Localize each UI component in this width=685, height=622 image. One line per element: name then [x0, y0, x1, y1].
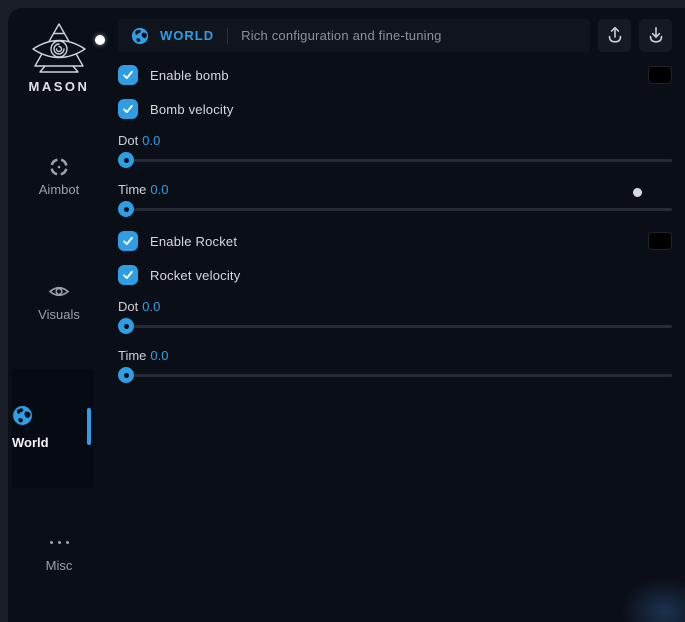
checkbox-label: Enable Rocket	[150, 234, 237, 249]
bomb-color-swatch[interactable]	[648, 66, 672, 84]
slider-track[interactable]	[118, 367, 672, 383]
download-config-button[interactable]	[639, 19, 672, 52]
corner-glow	[620, 577, 685, 622]
slider-handle[interactable]	[118, 201, 134, 217]
track-line	[120, 159, 672, 162]
cursor-dot	[95, 35, 105, 45]
slider-value: 0.0	[150, 348, 168, 363]
slider-value: 0.0	[142, 299, 160, 314]
track-line	[120, 208, 672, 211]
page-subtitle: Rich configuration and fine-tuning	[241, 28, 441, 43]
sidebar-item-visuals[interactable]: Visuals	[8, 281, 110, 322]
header-row: WORLD Rich configuration and fine-tuning	[118, 19, 672, 52]
rocket-color-swatch[interactable]	[648, 232, 672, 250]
globe-icon	[131, 27, 149, 45]
upload-icon	[605, 24, 625, 47]
slider-track[interactable]	[118, 152, 672, 168]
upload-config-button[interactable]	[598, 19, 631, 52]
brand-name: MASON	[8, 79, 110, 94]
row-rocket-velocity: Rocket velocity	[118, 265, 672, 285]
brand: MASON	[8, 20, 110, 94]
checkbox-enable-bomb[interactable]	[118, 65, 138, 85]
sidebar: MASON Aimbot Visuals	[8, 8, 110, 622]
sidebar-item-label: World	[12, 435, 94, 450]
slider-handle[interactable]	[118, 318, 134, 334]
page-title: WORLD	[160, 28, 214, 43]
crosshair-icon	[8, 156, 110, 178]
download-icon	[646, 24, 666, 47]
checkbox-bomb-velocity[interactable]	[118, 99, 138, 119]
row-enable-rocket: Enable Rocket	[118, 231, 672, 251]
slider-label: Dot	[118, 299, 138, 314]
header-divider	[227, 28, 228, 44]
slider-handle[interactable]	[118, 367, 134, 383]
track-line	[120, 325, 672, 328]
slider-label: Time	[118, 182, 146, 197]
checkbox-enable-rocket[interactable]	[118, 231, 138, 251]
controls-panel: Enable bomb Bomb velocity Dot 0.0 Time 0.0	[118, 65, 672, 397]
sidebar-item-label: Aimbot	[8, 182, 110, 197]
active-indicator	[87, 408, 91, 445]
checkbox-label: Bomb velocity	[150, 102, 234, 117]
slider-label: Dot	[118, 133, 138, 148]
slider-handle[interactable]	[118, 152, 134, 168]
slider-value: 0.0	[150, 182, 168, 197]
sidebar-item-world[interactable]: World	[12, 369, 94, 488]
slider-rocket-dot: Dot 0.0	[118, 299, 672, 334]
track-line	[120, 374, 672, 377]
slider-bomb-dot: Dot 0.0	[118, 133, 672, 168]
slider-value: 0.0	[142, 133, 160, 148]
mason-window: MASON Aimbot Visuals	[8, 8, 685, 622]
row-bomb-velocity: Bomb velocity	[118, 99, 672, 119]
globe-icon	[12, 405, 94, 427]
checkbox-label: Rocket velocity	[150, 268, 240, 283]
sidebar-item-label: Misc	[8, 558, 110, 573]
checkbox-rocket-velocity[interactable]	[118, 265, 138, 285]
mason-logo-icon	[8, 20, 110, 76]
sidebar-item-aimbot[interactable]: Aimbot	[8, 156, 110, 197]
page-header: WORLD Rich configuration and fine-tuning	[118, 19, 590, 52]
eye-icon	[8, 281, 110, 303]
checkbox-label: Enable bomb	[150, 68, 229, 83]
cursor-dot	[633, 188, 642, 197]
slider-label: Time	[118, 348, 146, 363]
sidebar-item-label: Visuals	[8, 307, 110, 322]
sidebar-item-misc[interactable]: Misc	[8, 532, 110, 573]
ellipsis-icon	[8, 532, 110, 554]
slider-track[interactable]	[118, 318, 672, 334]
slider-rocket-time: Time 0.0	[118, 348, 672, 383]
row-enable-bomb: Enable bomb	[118, 65, 672, 85]
slider-bomb-time: Time 0.0	[118, 182, 672, 217]
slider-track[interactable]	[118, 201, 672, 217]
